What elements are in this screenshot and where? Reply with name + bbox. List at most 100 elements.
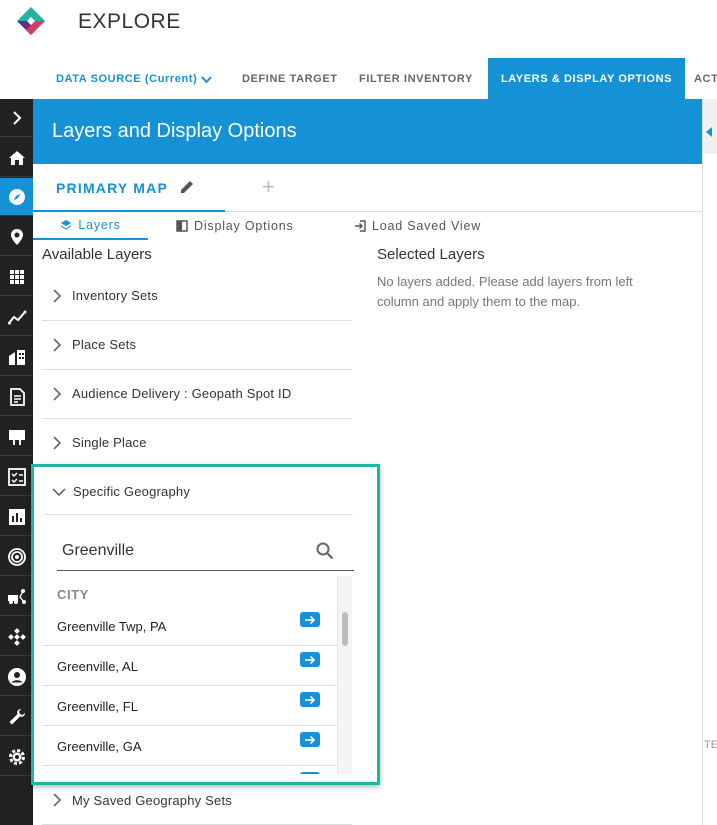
- city-name: Greenville, FL: [57, 699, 138, 714]
- available-layers-title: Available Layers: [42, 246, 152, 263]
- add-city-button[interactable]: [300, 692, 320, 707]
- layer-group-single-place[interactable]: Single Place: [42, 419, 352, 468]
- load-view-icon: [355, 220, 366, 232]
- collapse-panel-button[interactable]: [703, 99, 717, 154]
- layer-group-audience-delivery[interactable]: Audience Delivery : Geopath Spot ID: [42, 370, 352, 419]
- sub-tabs: Layers Display Options Load Saved View: [33, 212, 702, 240]
- geography-search: [57, 533, 354, 571]
- left-sidebar: [0, 99, 33, 825]
- city-name: Greenville Twp, PA: [57, 619, 167, 634]
- add-city-button[interactable]: [300, 652, 320, 667]
- add-city-button[interactable]: [300, 612, 320, 627]
- checklist-icon: [7, 467, 26, 486]
- chevron-right-icon: [12, 110, 21, 125]
- map-edge-strip: TE: [702, 99, 717, 825]
- primary-map-label: PRIMARY MAP: [56, 180, 168, 196]
- geography-results-list: CITY Greenville Twp, PA Greenville, AL G…: [42, 576, 352, 774]
- sidebar-item-markets[interactable]: [0, 338, 33, 376]
- layer-group-label: Single Place: [72, 435, 147, 450]
- specific-geography-panel: Specific Geography CITY Greenville Twp, …: [31, 464, 380, 785]
- layer-group-saved-geography-sets[interactable]: My Saved Geography Sets: [42, 785, 352, 825]
- arrow-right-icon: [305, 695, 316, 704]
- sidebar-expand-button[interactable]: [0, 99, 33, 137]
- sidebar-item-explore[interactable]: [0, 178, 33, 216]
- chevron-right-icon: [53, 387, 62, 401]
- add-city-button[interactable]: [300, 772, 320, 774]
- map-tabs: PRIMARY MAP +: [33, 164, 702, 212]
- list-item[interactable]: Greenville Twp, PA: [42, 606, 337, 646]
- add-city-button[interactable]: [300, 732, 320, 747]
- location-pin-icon: [10, 228, 23, 245]
- chevron-right-icon: [53, 289, 62, 303]
- tab-define-target[interactable]: DEFINE TARGET: [242, 58, 338, 99]
- results-scrollbar[interactable]: [337, 576, 352, 774]
- geography-search-input[interactable]: [62, 539, 302, 563]
- sidebar-item-settings[interactable]: [0, 738, 33, 776]
- tab-data-source-label: DATA SOURCE (Current): [56, 73, 198, 85]
- user-circle-icon: [7, 667, 26, 686]
- pencil-icon[interactable]: [178, 178, 196, 196]
- chevron-down-icon: [201, 76, 213, 84]
- sidebar-item-account[interactable]: [0, 658, 33, 696]
- compass-icon: [8, 188, 25, 205]
- tab-layers-display-options[interactable]: LAYERS & DISPLAY OPTIONS: [488, 58, 685, 99]
- subtab-display-options[interactable]: Display Options: [176, 212, 294, 240]
- arrow-right-icon: [305, 615, 316, 624]
- scrollbar-thumb[interactable]: [342, 612, 348, 646]
- selected-layers-empty-message: No layers added. Please add layers from …: [377, 274, 633, 309]
- arrow-right-icon: [305, 655, 316, 664]
- chevron-right-icon: [53, 793, 62, 807]
- sidebar-item-inventory[interactable]: [0, 418, 33, 456]
- sidebar-item-tools[interactable]: [0, 698, 33, 736]
- sidebar-item-places[interactable]: [0, 218, 33, 256]
- document-icon: [9, 387, 25, 406]
- layer-group-specific-geography[interactable]: Specific Geography: [45, 467, 353, 515]
- app-title: EXPLORE: [78, 10, 181, 33]
- sidebar-item-reports[interactable]: [0, 378, 33, 416]
- list-item[interactable]: Greenville, FL: [42, 686, 337, 726]
- add-map-button[interactable]: +: [262, 176, 275, 198]
- sidebar-item-apps[interactable]: [0, 258, 33, 296]
- layer-group-label: My Saved Geography Sets: [72, 793, 232, 808]
- subtab-display-label: Display Options: [194, 219, 294, 233]
- sidebar-item-targeting[interactable]: [0, 538, 33, 576]
- results-section-heading: CITY: [57, 587, 90, 602]
- sidebar-item-trends[interactable]: [0, 298, 33, 336]
- tab-primary-map[interactable]: PRIMARY MAP: [33, 164, 225, 212]
- sidebar-item-analytics[interactable]: [0, 498, 33, 536]
- sidebar-item-network[interactable]: [0, 618, 33, 656]
- layer-group-place-sets[interactable]: Place Sets: [42, 321, 352, 370]
- tab-act[interactable]: ACT: [694, 58, 717, 99]
- home-icon: [8, 150, 25, 165]
- sidebar-item-home[interactable]: [0, 139, 33, 177]
- search-icon[interactable]: [315, 541, 335, 561]
- layers-icon: [61, 220, 72, 230]
- sidebar-item-tasks[interactable]: [0, 458, 33, 496]
- display-options-icon: [176, 220, 188, 232]
- chevron-right-icon: [53, 338, 62, 352]
- chevron-down-icon: [52, 488, 66, 497]
- tab-filter-inventory[interactable]: FILTER INVENTORY: [359, 58, 473, 99]
- layer-group-label: Inventory Sets: [72, 288, 158, 303]
- list-item[interactable]: Greenville, AL: [42, 646, 337, 686]
- network-icon: [7, 627, 26, 646]
- main-nav-tabs: DATA SOURCE (Current) DEFINE TARGET FILT…: [0, 58, 717, 99]
- list-item[interactable]: Greenville, GA: [42, 726, 337, 766]
- tab-data-source[interactable]: DATA SOURCE (Current): [56, 58, 213, 99]
- layer-group-inventory-sets[interactable]: Inventory Sets: [42, 272, 352, 321]
- brand-logo-icon[interactable]: [14, 6, 48, 38]
- list-item-partial: [42, 766, 337, 774]
- city-name: Greenville, AL: [57, 659, 138, 674]
- panel-title: Layers and Display Options: [52, 120, 297, 142]
- arrow-right-icon: [305, 735, 316, 744]
- subtab-layers[interactable]: Layers: [33, 212, 148, 240]
- truck-route-icon: [7, 588, 26, 604]
- sidebar-item-routes[interactable]: [0, 578, 33, 616]
- subtab-load-label: Load Saved View: [372, 219, 482, 233]
- chevron-right-icon: [53, 436, 62, 450]
- subtab-load-saved-view[interactable]: Load Saved View: [354, 212, 481, 240]
- bar-chart-icon: [8, 508, 25, 525]
- city-name: Greenville, GA: [57, 739, 142, 754]
- trend-icon: [7, 310, 26, 324]
- map-edge-text: TE: [704, 739, 717, 751]
